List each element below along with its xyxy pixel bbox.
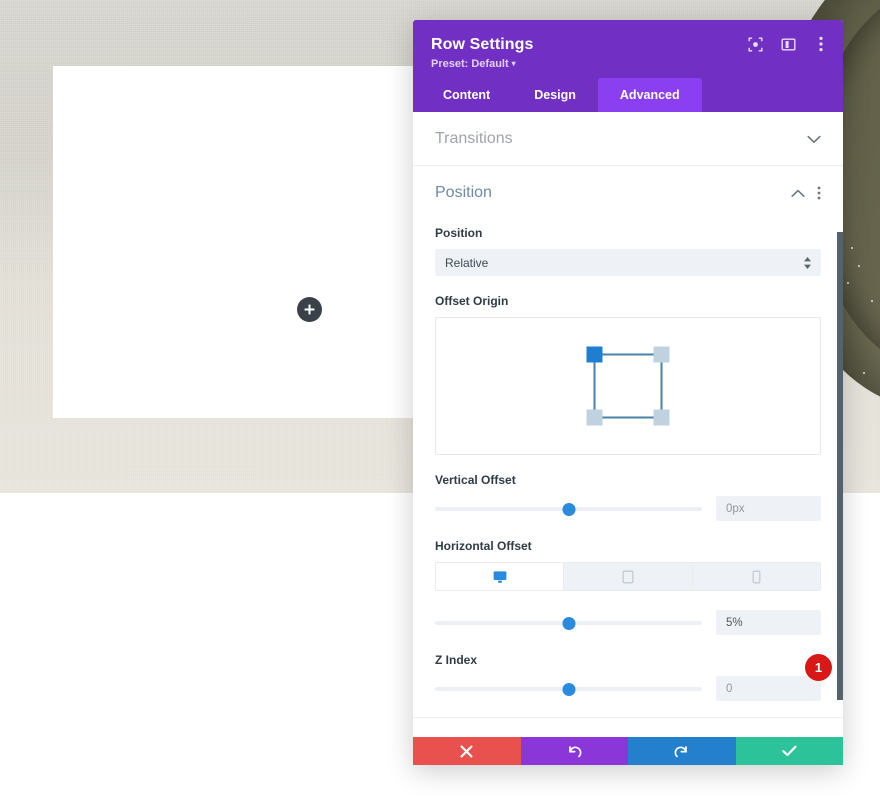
row-settings-modal: Row Settings Preset: Default ▾ Content D…	[413, 20, 843, 765]
layout-panel-icon[interactable]	[780, 36, 796, 52]
undo-arrow-icon	[568, 745, 582, 757]
position-section-content: Position Relative Offset Origin Vertical…	[413, 210, 843, 717]
tab-advanced[interactable]: Advanced	[597, 78, 702, 112]
horizontal-offset-input[interactable]: 5%	[716, 610, 821, 635]
preset-selector[interactable]: Preset: Default ▾	[431, 58, 825, 70]
modal-scrollbar[interactable]	[837, 232, 843, 700]
z-index-controls: 0	[435, 676, 821, 701]
check-icon	[782, 745, 797, 757]
z-index-field: Z Index 0	[435, 653, 821, 701]
section-position-label: Position	[435, 184, 492, 201]
device-tab-tablet[interactable]	[564, 563, 693, 590]
modal-body: Transitions Position Position Relative O…	[413, 112, 843, 737]
origin-line-left	[593, 354, 596, 417]
chevron-up-icon[interactable]	[791, 189, 805, 198]
modal-header: Row Settings Preset: Default ▾	[413, 20, 843, 78]
tab-content[interactable]: Content	[421, 78, 512, 112]
photo-speck	[863, 372, 865, 374]
horizontal-offset-slider[interactable]	[435, 615, 702, 631]
section-transitions[interactable]: Transitions	[413, 112, 843, 166]
chevron-down-icon[interactable]	[807, 135, 821, 144]
position-field-label: Position	[435, 226, 483, 240]
plus-icon	[304, 304, 315, 315]
vertical-offset-field: Vertical Offset 0px	[435, 473, 821, 521]
section-position-controls	[791, 186, 821, 200]
photo-speck	[858, 265, 860, 267]
modal-footer-buttons	[413, 737, 843, 765]
redo-button[interactable]	[628, 737, 736, 765]
vertical-offset-input[interactable]: 0px	[716, 496, 821, 521]
horizontal-offset-field: Horizontal Offset 5%	[435, 539, 821, 635]
photo-speck	[847, 282, 849, 284]
device-tab-phone[interactable]	[692, 563, 820, 590]
position-field: Position Relative	[435, 226, 821, 276]
vertical-offset-label: Vertical Offset	[435, 473, 516, 487]
horizontal-offset-label: Horizontal Offset	[435, 539, 532, 553]
vertical-offset-value: 0px	[726, 502, 745, 515]
tablet-icon	[622, 570, 634, 583]
section-position[interactable]: Position	[413, 166, 843, 210]
undo-button[interactable]	[520, 737, 628, 765]
close-x-icon	[460, 745, 473, 757]
origin-line-right	[660, 354, 663, 417]
photo-speck	[851, 247, 853, 249]
origin-line-bottom	[594, 416, 662, 419]
save-button[interactable]	[735, 737, 843, 765]
redo-arrow-icon	[674, 745, 688, 757]
horizontal-offset-value: 5%	[726, 616, 743, 629]
z-index-input[interactable]: 0	[716, 676, 821, 701]
vertical-offset-slider[interactable]	[435, 501, 702, 517]
position-select[interactable]: Relative	[435, 249, 821, 276]
origin-handle-bottom-right[interactable]	[653, 409, 670, 426]
screen: Row Settings Preset: Default ▾ Content D…	[0, 0, 880, 803]
vertical-offset-controls: 0px	[435, 496, 821, 521]
slider-thumb[interactable]	[562, 502, 575, 516]
position-select-value: Relative	[445, 255, 489, 270]
slider-thumb[interactable]	[562, 616, 575, 630]
section-scroll-effects[interactable]: Scroll Effects	[413, 717, 843, 737]
origin-handle-top-left[interactable]	[586, 346, 603, 363]
annotation-badge-number: 1	[814, 660, 823, 675]
device-tab-desktop[interactable]	[436, 563, 565, 590]
kebab-menu-icon[interactable]	[813, 36, 829, 52]
horizontal-offset-controls: 5%	[435, 610, 821, 635]
focus-target-icon[interactable]	[747, 36, 763, 52]
z-index-label: Z Index	[435, 653, 478, 667]
annotation-badge-1: 1	[805, 654, 832, 681]
responsive-device-tabs	[435, 562, 821, 591]
section-scroll-effects-label: Scroll Effects	[435, 736, 528, 737]
offset-origin-field: Offset Origin	[435, 294, 821, 455]
section-transitions-controls	[807, 135, 821, 144]
add-row-button[interactable]	[297, 297, 322, 322]
modal-footer	[413, 737, 843, 765]
select-stepper-icon	[804, 256, 811, 269]
offset-origin-picker[interactable]	[435, 317, 821, 455]
desktop-icon	[493, 570, 507, 583]
z-index-slider[interactable]	[435, 681, 702, 697]
origin-handle-bottom-left[interactable]	[586, 409, 603, 426]
modal-header-actions	[747, 36, 829, 52]
modal-tab-bar: Content Design Advanced	[413, 78, 843, 112]
offset-origin-grid	[586, 346, 670, 426]
photo-speck	[871, 300, 873, 302]
tab-design[interactable]: Design	[512, 78, 598, 112]
preset-label: Preset: Default	[431, 58, 509, 70]
cancel-button[interactable]	[413, 737, 521, 765]
offset-origin-label: Offset Origin	[435, 294, 509, 308]
slider-thumb[interactable]	[562, 682, 575, 696]
section-transitions-label: Transitions	[435, 130, 513, 147]
z-index-value: 0	[726, 682, 733, 695]
kebab-menu-icon[interactable]	[817, 186, 821, 200]
origin-line-top	[594, 353, 662, 356]
origin-handle-top-right[interactable]	[653, 346, 670, 363]
phone-icon	[752, 570, 761, 583]
chevron-down-icon: ▾	[511, 59, 516, 68]
